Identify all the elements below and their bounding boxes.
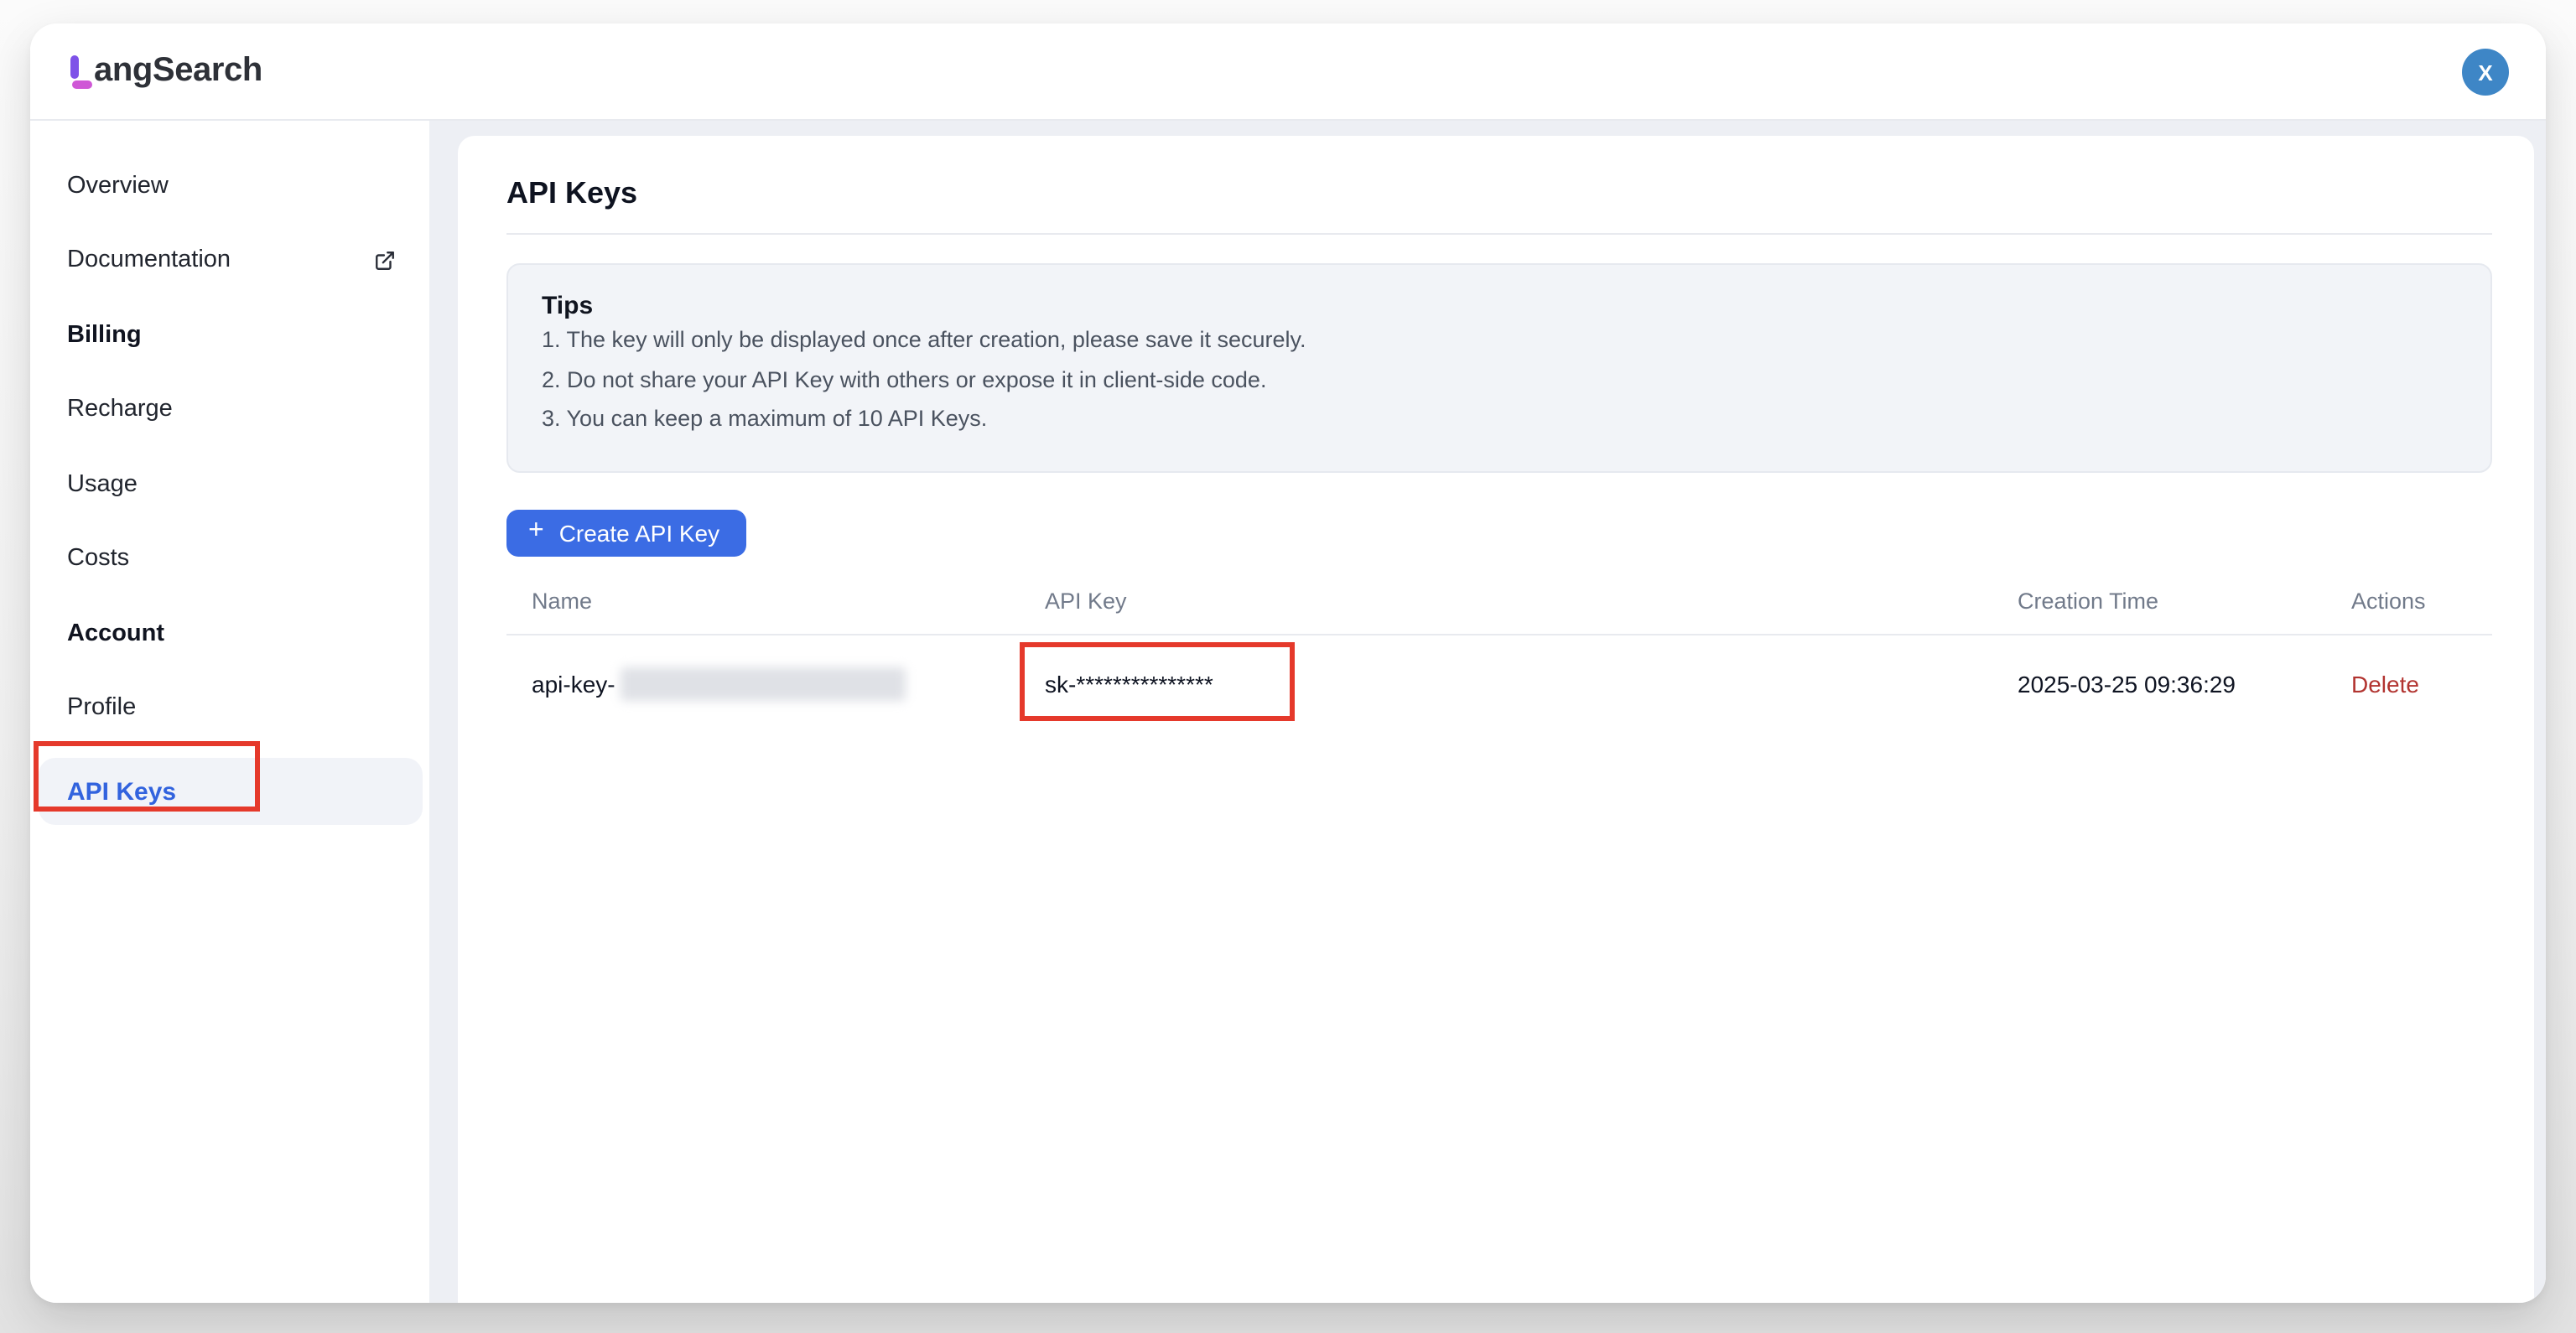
column-header-name: Name <box>506 588 1020 613</box>
create-api-key-label: Create API Key <box>559 519 719 546</box>
plus-icon: + <box>528 518 544 545</box>
brand-l-icon <box>67 54 91 89</box>
tips-box: Tips 1. The key will only be displayed o… <box>506 263 2492 473</box>
sidebar-section-label: Account <box>67 620 164 646</box>
sidebar-item-label: Profile <box>67 694 136 721</box>
viewport: angSearch X Overview Documentation <box>0 0 2576 1333</box>
api-keys-panel: API Keys Tips 1. The key will only be di… <box>458 135 2533 1303</box>
create-api-key-button[interactable]: + Create API Key <box>506 509 746 556</box>
column-header-api-key: API Key <box>1020 588 1992 613</box>
sidebar-item-costs[interactable]: Costs <box>30 534 429 583</box>
table-header-row: Name API Key Creation Time Actions <box>506 568 2492 635</box>
sidebar-nav: Overview Documentation Bi <box>30 161 429 825</box>
key-name-prefix: api-key- <box>532 670 615 697</box>
tips-line-3: 3. You can keep a maximum of 10 API Keys… <box>542 399 2457 438</box>
table-row: api-key- sk-*************** 2025-03-25 0… <box>506 635 2492 732</box>
sidebar-item-label: Usage <box>67 470 138 497</box>
cell-api-key-masked: sk-*************** <box>1020 670 1992 697</box>
column-header-creation-time: Creation Time <box>1992 588 2326 613</box>
sidebar-item-overview[interactable]: Overview <box>30 161 429 210</box>
sidebar-item-profile[interactable]: Profile <box>30 683 429 732</box>
app-card: angSearch X Overview Documentation <box>30 23 2546 1303</box>
cell-key-name: api-key- <box>506 666 1020 700</box>
column-header-actions: Actions <box>2326 588 2492 613</box>
sidebar-section-label: Billing <box>67 321 142 348</box>
sidebar-item-recharge[interactable]: Recharge <box>30 385 429 433</box>
api-keys-table: Name API Key Creation Time Actions api-k… <box>506 568 2492 732</box>
app-body: Overview Documentation Bi <box>30 121 2546 1303</box>
content-area: API Keys Tips 1. The key will only be di… <box>429 121 2546 1303</box>
user-avatar[interactable]: X <box>2462 49 2509 96</box>
tips-title: Tips <box>542 292 2457 320</box>
sidebar: Overview Documentation Bi <box>30 121 429 1303</box>
delete-key-link[interactable]: Delete <box>2351 670 2419 697</box>
page-title: API Keys <box>506 175 2492 234</box>
sidebar-section-account: Account <box>30 609 429 657</box>
sidebar-item-label: API Keys <box>67 777 176 806</box>
external-link-icon <box>374 249 396 271</box>
sidebar-item-label: Recharge <box>67 396 173 423</box>
tips-line-1: 1. The key will only be displayed once a… <box>542 320 2457 360</box>
app-header: angSearch X <box>30 23 2546 121</box>
sidebar-item-usage[interactable]: Usage <box>30 459 429 508</box>
sidebar-item-label: Costs <box>67 545 129 572</box>
brand-name: angSearch <box>94 54 262 89</box>
sidebar-item-label: Overview <box>67 172 169 199</box>
tips-line-2: 2. Do not share your API Key with others… <box>542 360 2457 399</box>
sidebar-item-api-keys[interactable]: API Keys <box>39 758 423 825</box>
sidebar-section-billing: Billing <box>30 310 429 359</box>
redacted-key-name <box>621 666 906 700</box>
brand-logo: angSearch <box>67 54 262 89</box>
sidebar-item-documentation[interactable]: Documentation <box>30 236 429 284</box>
sidebar-item-label: Documentation <box>67 246 231 273</box>
cell-creation-time: 2025-03-25 09:36:29 <box>1992 670 2326 697</box>
